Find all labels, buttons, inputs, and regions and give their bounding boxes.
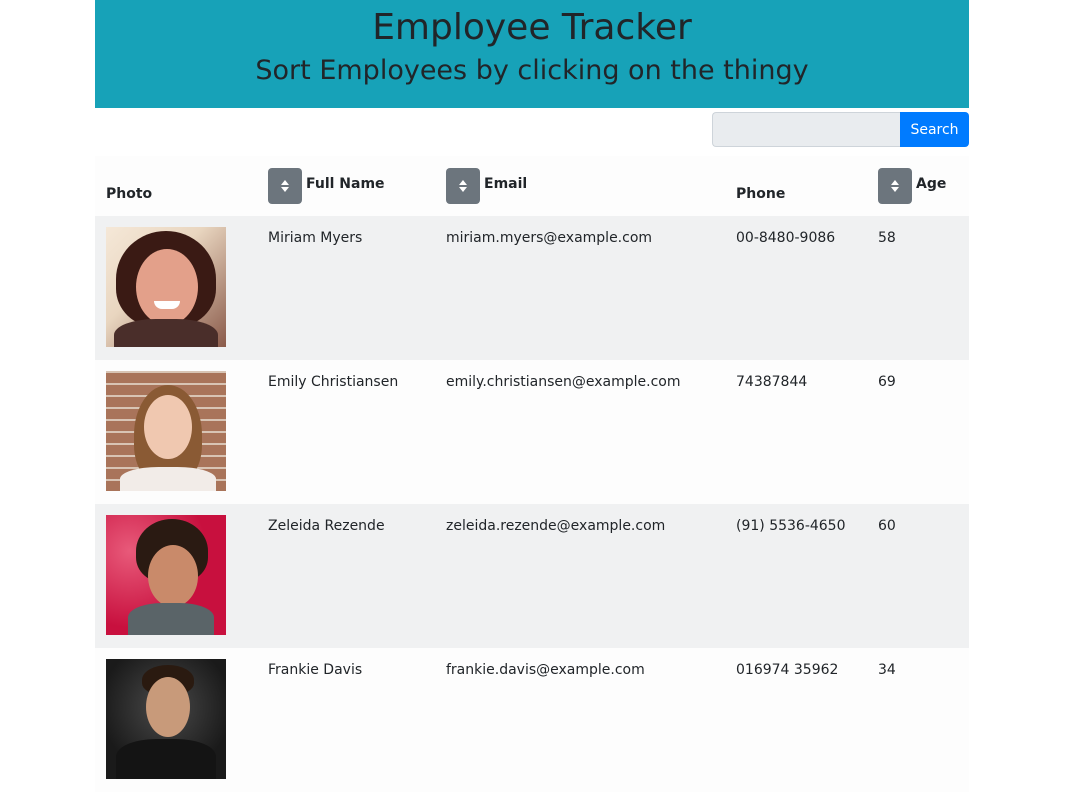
employee-table: Photo Full Name Email Phone Age Miriam M… (95, 156, 969, 792)
employee-photo (106, 659, 226, 779)
photo-cell (95, 648, 257, 792)
search-button[interactable]: Search (900, 112, 969, 147)
phone-cell: 016974 35962 (736, 662, 839, 678)
column-label-name: Full Name (306, 176, 385, 192)
column-header-name: Full Name (257, 156, 435, 216)
search-bar: Search (95, 108, 969, 156)
photo-cell (95, 504, 257, 648)
column-label-phone: Phone (736, 186, 786, 202)
page-title: Employee Tracker (372, 7, 692, 48)
column-header-photo: Photo (95, 156, 257, 216)
age-cell: 58 (878, 230, 896, 246)
sort-email-button[interactable] (446, 168, 480, 204)
column-label-email: Email (484, 176, 528, 192)
column-header-email: Email (435, 156, 725, 216)
column-header-phone: Phone (725, 156, 867, 216)
table-row: Frankie Davis frankie.davis@example.com … (95, 648, 969, 792)
app-container: Employee Tracker Sort Employees by click… (95, 0, 969, 792)
sort-down-icon (281, 187, 289, 192)
employee-photo (106, 515, 226, 635)
photo-cell (95, 216, 257, 360)
name-cell: Zeleida Rezende (268, 518, 385, 534)
table-row: Emily Christiansen emily.christiansen@ex… (95, 360, 969, 504)
page-header: Employee Tracker Sort Employees by click… (95, 0, 969, 108)
email-cell: zeleida.rezende@example.com (446, 518, 666, 534)
column-label-photo: Photo (106, 186, 153, 202)
age-cell: 34 (878, 662, 896, 678)
employee-photo (106, 227, 226, 347)
photo-cell (95, 360, 257, 504)
employee-photo (106, 371, 226, 491)
table-row: Zeleida Rezende zeleida.rezende@example.… (95, 504, 969, 648)
column-header-age: Age (867, 156, 969, 216)
sort-up-icon (281, 180, 289, 185)
table-header-row: Photo Full Name Email Phone Age (95, 156, 969, 216)
sort-name-button[interactable] (268, 168, 302, 204)
name-cell: Emily Christiansen (268, 374, 399, 390)
column-label-age: Age (916, 176, 947, 192)
phone-cell: 00-8480-9086 (736, 230, 836, 246)
search-input[interactable] (712, 112, 900, 147)
age-cell: 69 (878, 374, 896, 390)
sort-age-button[interactable] (878, 168, 912, 204)
email-cell: emily.christiansen@example.com (446, 374, 681, 390)
email-cell: miriam.myers@example.com (446, 230, 653, 246)
sort-up-icon (459, 180, 467, 185)
page-subtitle: Sort Employees by clicking on the thingy (255, 55, 809, 86)
phone-cell: 74387844 (736, 374, 808, 390)
name-cell: Frankie Davis (268, 662, 363, 678)
age-cell: 60 (878, 518, 896, 534)
phone-cell: (91) 5536-4650 (736, 518, 846, 534)
sort-down-icon (459, 187, 467, 192)
name-cell: Miriam Myers (268, 230, 363, 246)
email-cell: frankie.davis@example.com (446, 662, 645, 678)
table-row: Miriam Myers miriam.myers@example.com 00… (95, 216, 969, 360)
sort-down-icon (891, 187, 899, 192)
sort-up-icon (891, 180, 899, 185)
